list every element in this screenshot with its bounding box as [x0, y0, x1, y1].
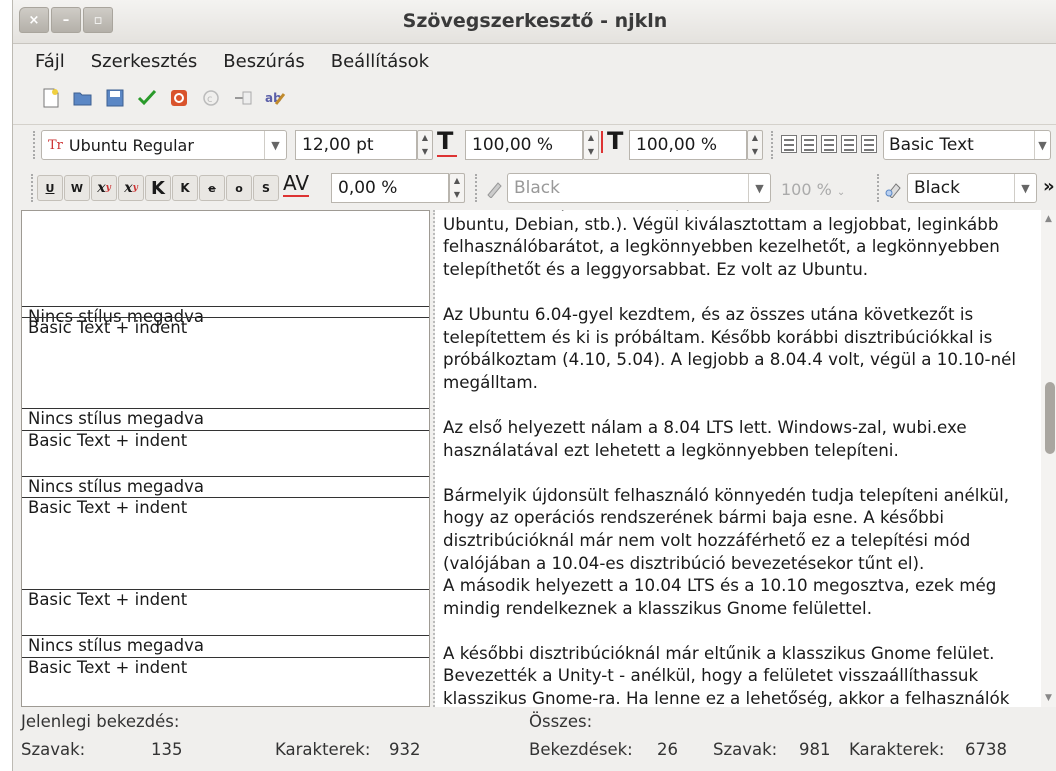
chevron-down-icon: ⌄ [836, 187, 846, 198]
chevron-down-icon: ▼ [264, 131, 286, 159]
toolbar-overflow-icon[interactable]: » [1043, 176, 1055, 197]
font-family-select[interactable]: Tr Ubuntu Regular ▼ [41, 130, 287, 160]
small-caps-icon[interactable]: K [172, 175, 198, 201]
paragraph-style-list: Nincs stílus megadva Basic Text + indent… [21, 210, 430, 707]
menu-insert[interactable]: Beszúrás [223, 51, 304, 72]
superscript-icon[interactable]: xy [118, 175, 144, 201]
horizontal-scale-stepper[interactable]: ▲ ▼ [583, 130, 599, 160]
insert-icon[interactable] [231, 86, 255, 110]
svg-text:c: c [207, 94, 213, 105]
total-label: Összes: [529, 712, 593, 731]
paragraph: A második helyezett a 10.04 LTS és a 10.… [443, 575, 997, 618]
align-force-icon[interactable] [861, 135, 877, 153]
confirm-check-icon[interactable] [135, 86, 159, 110]
vertical-scale-input[interactable]: 100,00 % [629, 130, 747, 160]
vertical-scrollbar[interactable]: ▲ ▼ [1041, 210, 1056, 707]
tracking-input[interactable]: 0,00 % [331, 173, 449, 203]
shadow-icon[interactable]: S [253, 175, 279, 201]
align-justify-icon[interactable] [841, 135, 857, 153]
fill-color-select[interactable]: Black ▼ [507, 173, 771, 203]
align-left-icon[interactable] [781, 135, 797, 153]
style-row[interactable]: Basic Text + indent [22, 317, 429, 338]
paragraph-style-value: Basic Text [889, 135, 974, 155]
align-right-icon[interactable] [821, 135, 837, 153]
total-paragraphs-value: 26 [657, 740, 678, 759]
outline-icon[interactable]: o [226, 175, 252, 201]
style-row[interactable]: Basic Text + indent [22, 430, 429, 451]
status-bar: Jelenlegi bekezdés: Összes: Szavak: 135 … [13, 708, 1056, 771]
style-row[interactable]: Basic Text + indent [22, 497, 429, 518]
stroke-color-select[interactable]: Black ▼ [907, 173, 1037, 203]
font-family-value: Ubuntu Regular [68, 135, 194, 155]
font-type-icon: Tr [48, 137, 63, 153]
open-folder-icon[interactable] [71, 86, 95, 110]
spellcheck-icon[interactable]: ab [263, 86, 287, 110]
style-row[interactable]: Basic Text + indent [22, 589, 429, 610]
underline-icon[interactable]: U [37, 175, 63, 201]
menu-edit[interactable]: Szerkesztés [91, 51, 198, 72]
chars-label: Karakterek: [275, 740, 371, 759]
scroll-down-icon[interactable]: ▼ [1045, 693, 1052, 703]
all-caps-icon[interactable]: K [145, 175, 171, 201]
style-row[interactable]: Nincs stílus megadva [22, 635, 429, 656]
text-editor[interactable]: disztribúciók (pl. OTTO, Knoppix, Suse, … [435, 210, 1056, 707]
title-bar: × – ▫ Szövegszerkesztő - njkln [13, 0, 1056, 44]
total-paragraphs-label: Bekezdések: [529, 740, 633, 759]
horizontal-scale-icon: T [437, 127, 457, 157]
chevron-down-icon: ▼ [748, 174, 770, 202]
paragraph: disztribúciók (pl. OTTO, Knoppix, Suse, … [443, 210, 1000, 279]
chevron-down-icon: ▼ [1014, 174, 1036, 202]
subscript-icon[interactable]: xy [91, 175, 117, 201]
align-center-icon[interactable] [801, 135, 817, 153]
vertical-scale-stepper[interactable]: ▲ ▼ [747, 130, 763, 160]
underline-words-icon[interactable]: W [64, 175, 90, 201]
paragraph: Az első helyezett nálam a 8.04 LTS lett.… [443, 416, 967, 460]
paragraph: A későbbi disztribúcióknál már eltűnik a… [443, 642, 1010, 707]
copyright-icon[interactable]: c [199, 86, 223, 110]
paragraph: Bármelyik újdonsült felhasználó könnyedé… [443, 484, 1010, 573]
editor-window: × – ▫ Szövegszerkesztő - njkln Fájl Szer… [12, 0, 1056, 771]
words-value: 135 [151, 740, 183, 759]
font-size-input[interactable]: 12,00 pt [295, 130, 417, 160]
menu-bar: Fájl Szerkesztés Beszúrás Beállítások [13, 44, 1056, 78]
scroll-up-icon[interactable]: ▲ [1045, 214, 1052, 224]
format-toolbar: Tr Ubuntu Regular ▼ 12,00 pt ▲ ▼ T 100,00… [13, 124, 1056, 164]
total-chars-value: 6738 [965, 740, 1007, 759]
style-row[interactable]: Basic Text + indent [22, 657, 429, 678]
standard-toolbar: c ab [13, 80, 287, 116]
words-label: Szavak: [21, 740, 86, 759]
font-size-stepper[interactable]: ▲ ▼ [417, 130, 433, 160]
new-document-icon[interactable] [39, 86, 63, 110]
menu-settings[interactable]: Beállítások [331, 51, 429, 72]
chevron-down-icon: ▼ [1034, 131, 1050, 159]
fill-color-icon [483, 176, 507, 200]
total-words-value: 981 [799, 740, 831, 759]
current-paragraph-label: Jelenlegi bekezdés: [21, 712, 180, 731]
paragraph-style-select[interactable]: Basic Text ▼ [883, 130, 1051, 160]
window-title: Szövegszerkesztő - njkln [402, 10, 668, 32]
cancel-icon[interactable] [167, 86, 191, 110]
chars-value: 932 [389, 740, 421, 759]
fill-color-value: Black [514, 178, 560, 198]
total-chars-label: Karakterek: [849, 740, 945, 759]
stroke-color-value: Black [914, 178, 960, 198]
tracking-icon: AV [283, 171, 310, 197]
fill-opacity-select[interactable]: 100 % ⌄ [781, 180, 845, 199]
character-toolbar: U W xy xy K K e o S AV 0,00 % ▲ ▼ Black ▼… [13, 168, 1056, 208]
horizontal-scale-input[interactable]: 100,00 % [465, 130, 583, 160]
total-words-label: Szavak: [713, 740, 778, 759]
stroke-color-icon [883, 176, 907, 200]
tracking-stepper[interactable]: ▲ ▼ [449, 173, 465, 203]
save-icon[interactable] [103, 86, 127, 110]
style-row[interactable]: Nincs stílus megadva [22, 408, 429, 429]
paragraph: Az Ubuntu 6.04-gyel kezdtem, és az össze… [443, 303, 1017, 392]
scrollbar-thumb[interactable] [1045, 382, 1055, 454]
style-row[interactable]: Nincs stílus megadva [22, 476, 429, 497]
menu-file[interactable]: Fájl [35, 51, 65, 72]
fill-opacity-value: 100 % [781, 180, 832, 199]
strikethrough-icon[interactable]: e [199, 175, 225, 201]
